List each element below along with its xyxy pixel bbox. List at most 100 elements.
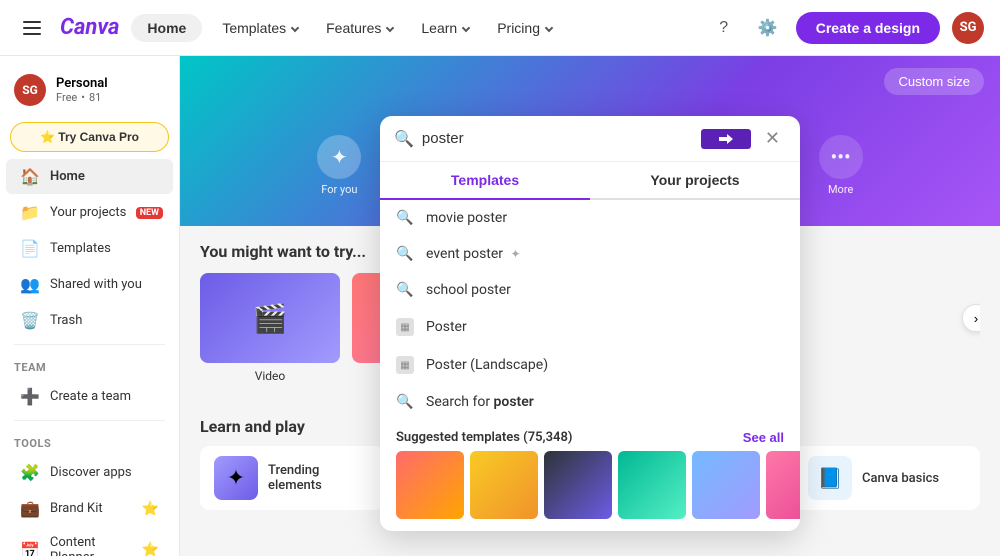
- hamburger-menu[interactable]: [16, 12, 48, 44]
- arrow-box: [701, 129, 751, 149]
- suggestion-text: movie poster: [426, 210, 507, 226]
- top-navigation: Canva Home Templates Features Learn Pric…: [0, 0, 1000, 56]
- chevron-down-icon: [545, 23, 553, 31]
- folder-icon: 📁: [20, 203, 40, 222]
- sidebar-item-label: Brand Kit: [50, 501, 103, 516]
- template-thumb-5[interactable]: [692, 451, 760, 519]
- chevron-down-icon: [291, 23, 299, 31]
- suggestion-text: Search for poster: [426, 394, 534, 410]
- user-plan: Free • 81: [56, 91, 108, 104]
- sidebar-item-create-team[interactable]: ➕ Create a team: [6, 379, 173, 414]
- suggestion-school-poster[interactable]: 🔍 school poster: [380, 272, 800, 308]
- template-thumb-3[interactable]: [544, 451, 612, 519]
- sidebar-user: SG Personal Free • 81: [0, 64, 179, 116]
- sidebar-item-projects[interactable]: 📁 Your projects NEW: [6, 195, 173, 230]
- planner-icon: 📅: [20, 541, 40, 556]
- sparkle-icon: ✦: [511, 247, 521, 261]
- sidebar-item-trash[interactable]: 🗑️ Trash: [6, 303, 173, 338]
- template-suggestion-icon: ▦: [396, 318, 414, 336]
- sidebar-item-label: Create a team: [50, 389, 131, 404]
- features-nav-link[interactable]: Features: [318, 16, 401, 40]
- search-input[interactable]: [422, 130, 693, 147]
- suggestion-text: event poster ✦: [426, 246, 521, 262]
- pro-icon: ⭐: [142, 542, 159, 556]
- suggestion-text: school poster: [426, 282, 511, 298]
- shared-icon: 👥: [20, 275, 40, 294]
- sidebar-item-label: Content Planner: [50, 535, 132, 556]
- main-layout: SG Personal Free • 81 ⭐ Try Canva Pro 🏠 …: [0, 56, 1000, 556]
- sidebar-item-brand-kit[interactable]: 💼 Brand Kit ⭐: [6, 491, 173, 526]
- search-suggestion-icon: 🔍: [396, 210, 414, 226]
- try-pro-button[interactable]: ⭐ Try Canva Pro: [10, 122, 169, 152]
- settings-icon[interactable]: ⚙️: [752, 12, 784, 44]
- suggestion-poster-landscape[interactable]: ▦ Poster (Landscape): [380, 346, 800, 384]
- template-suggestion-icon: ▦: [396, 356, 414, 374]
- sidebar-item-home[interactable]: 🏠 Home: [6, 159, 173, 194]
- sidebar-item-discover-apps[interactable]: 🧩 Discover apps: [6, 455, 173, 490]
- canva-logo: Canva: [60, 15, 119, 40]
- tab-templates[interactable]: Templates: [380, 162, 590, 200]
- user-name: Personal: [56, 76, 108, 91]
- sidebar-item-label: Your projects: [50, 205, 126, 220]
- search-dropdown: 🔍 ✕ Templates Your proje: [380, 116, 800, 531]
- sidebar-item-label: Trash: [50, 313, 82, 328]
- template-thumb-6[interactable]: [766, 451, 800, 519]
- template-thumb-1[interactable]: [396, 451, 464, 519]
- sidebar-item-shared[interactable]: 👥 Shared with you: [6, 267, 173, 302]
- sidebar-item-label: Home: [50, 169, 85, 184]
- learn-nav-link[interactable]: Learn: [413, 16, 477, 40]
- sidebar: SG Personal Free • 81 ⭐ Try Canva Pro 🏠 …: [0, 56, 180, 556]
- trash-icon: 🗑️: [20, 311, 40, 330]
- help-icon[interactable]: ?: [708, 12, 740, 44]
- pricing-nav-link[interactable]: Pricing: [489, 16, 560, 40]
- pro-icon: ⭐: [142, 501, 159, 517]
- search-overlay: 🔍 ✕ Templates Your proje: [180, 116, 1000, 556]
- suggestion-text: Poster: [426, 319, 467, 335]
- templates-icon: 📄: [20, 239, 40, 258]
- template-thumb-2[interactable]: [470, 451, 538, 519]
- search-tabs: Templates Your projects: [380, 162, 800, 200]
- chevron-down-icon: [386, 23, 394, 31]
- suggestion-event-poster[interactable]: 🔍 event poster ✦: [380, 236, 800, 272]
- sidebar-avatar: SG: [14, 74, 46, 106]
- search-suggestion-icon: 🔍: [396, 246, 414, 262]
- sidebar-item-label: Shared with you: [50, 277, 142, 292]
- chevron-down-icon: [462, 23, 470, 31]
- clear-search-button[interactable]: ✕: [759, 126, 786, 151]
- sidebar-item-templates[interactable]: 📄 Templates: [6, 231, 173, 266]
- suggestion-search-for-poster[interactable]: 🔍 Search for poster: [380, 384, 800, 420]
- suggestion-poster-template[interactable]: ▦ Poster: [380, 308, 800, 346]
- create-design-button[interactable]: Create a design: [796, 12, 940, 44]
- apps-icon: 🧩: [20, 463, 40, 482]
- search-box: 🔍 ✕: [380, 116, 800, 162]
- team-section-label: Team: [0, 351, 179, 378]
- suggested-templates-header: Suggested templates (75,348) See all: [380, 420, 800, 451]
- see-all-button[interactable]: See all: [743, 430, 784, 445]
- search-suggestion-icon: 🔍: [396, 394, 414, 410]
- sidebar-item-label: Templates: [50, 241, 111, 256]
- tools-section-label: Tools: [0, 427, 179, 454]
- suggestion-movie-poster[interactable]: 🔍 movie poster: [380, 200, 800, 236]
- home-nav-button[interactable]: Home: [131, 14, 202, 42]
- search-arrow-indicator: [701, 129, 751, 149]
- template-thumbnails: [380, 451, 800, 531]
- avatar[interactable]: SG: [952, 12, 984, 44]
- template-thumb-4[interactable]: [618, 451, 686, 519]
- home-icon: 🏠: [20, 167, 40, 186]
- sidebar-divider: [14, 344, 165, 345]
- plus-icon: ➕: [20, 387, 40, 406]
- suggested-title: Suggested templates (75,348): [396, 430, 572, 445]
- sidebar-item-content-planner[interactable]: 📅 Content Planner ⭐: [6, 527, 173, 556]
- hamburger-icon: [19, 17, 45, 39]
- search-icon: 🔍: [394, 129, 414, 148]
- custom-size-button[interactable]: Custom size: [884, 68, 984, 95]
- tab-your-projects[interactable]: Your projects: [590, 162, 800, 200]
- new-badge: NEW: [136, 207, 163, 219]
- templates-nav-link[interactable]: Templates: [214, 16, 306, 40]
- sidebar-divider-2: [14, 420, 165, 421]
- sidebar-item-label: Discover apps: [50, 465, 132, 480]
- brand-icon: 💼: [20, 499, 40, 518]
- arrow-icon: [718, 133, 734, 145]
- main-content: What will you design? Custom size ✦ For …: [180, 56, 1000, 556]
- suggestion-text: Poster (Landscape): [426, 357, 548, 373]
